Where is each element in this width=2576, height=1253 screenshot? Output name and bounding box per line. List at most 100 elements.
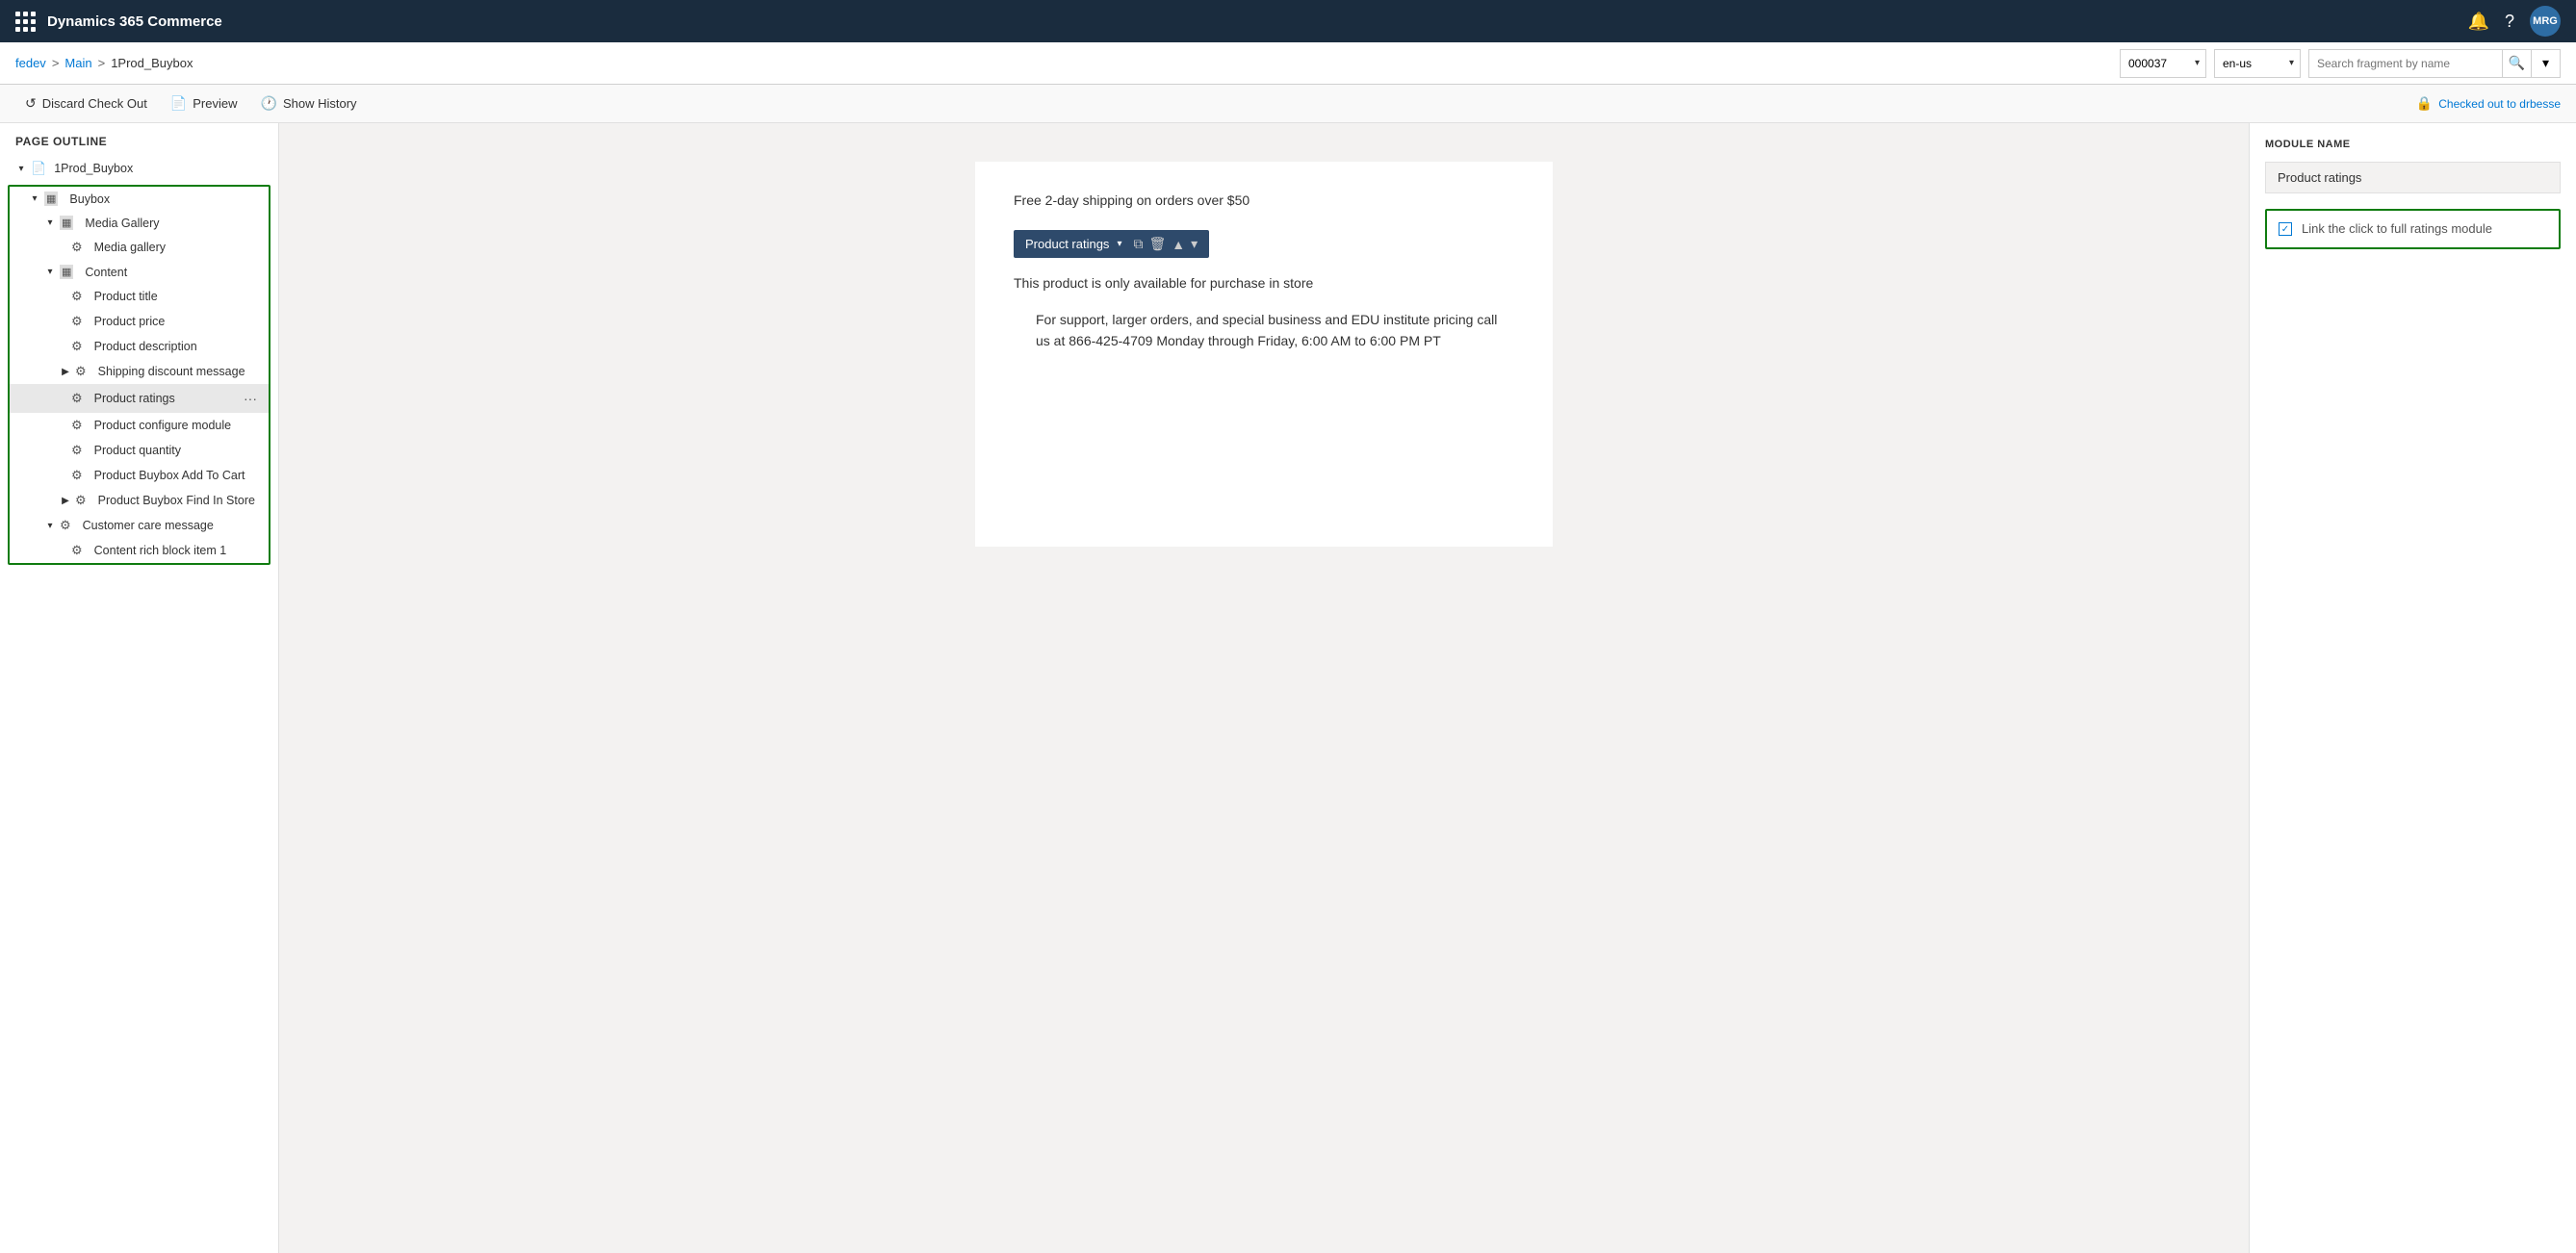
product-description-gear: ⚙ <box>71 339 83 354</box>
toolbar-left: ↺ Discard Check Out 📄 Preview 🕐 Show His… <box>15 91 367 115</box>
product-ratings-gear: ⚙ <box>71 391 83 406</box>
help-icon[interactable]: ? <box>2505 12 2514 32</box>
search-button[interactable]: 🔍 <box>2502 50 2531 77</box>
toolbar: ↺ Discard Check Out 📄 Preview 🕐 Show His… <box>0 85 2576 123</box>
tree-product-ratings[interactable]: ⚙ Product ratings ··· <box>10 384 269 413</box>
lock-icon: 🔒 <box>2416 95 2433 112</box>
store-code-dropdown[interactable]: 000037 ▾ <box>2120 49 2206 78</box>
main-layout: Page Outline ▾ 📄 1Prod_Buybox ▾ ▦ Buybox… <box>0 123 2576 1253</box>
find-in-store-gear: ⚙ <box>75 493 87 508</box>
tree-content-rich-block[interactable]: ⚙ Content rich block item 1 <box>10 538 269 563</box>
app-title: Dynamics 365 Commerce <box>47 13 2457 30</box>
app-grid-icon[interactable] <box>15 12 36 32</box>
shipping-message: Free 2-day shipping on orders over $50 <box>1014 191 1514 211</box>
locale-value: en-us <box>2223 57 2252 70</box>
sub-navigation: fedev > Main > 1Prod_Buybox 000037 ▾ en-… <box>0 42 2576 85</box>
sub-nav-controls: 000037 ▾ en-us ▾ 🔍 ▾ <box>2120 49 2561 78</box>
store-code-chevron: ▾ <box>2195 58 2200 68</box>
tree-product-configure[interactable]: ⚙ Product configure module <box>10 413 269 438</box>
delete-icon[interactable]: 🗑 <box>1148 236 1166 252</box>
move-up-icon[interactable]: ▲ <box>1172 237 1185 252</box>
store-code-value: 000037 <box>2128 57 2167 70</box>
notification-icon[interactable]: 🔔 <box>2468 12 2489 32</box>
product-add-label: Product Buybox Add To Cart <box>94 469 261 482</box>
tree-product-add-to-cart[interactable]: ⚙ Product Buybox Add To Cart <box>10 463 269 488</box>
ratings-toolbar-actions: ⧉ 🗑 ▲ ▾ <box>1133 236 1198 252</box>
history-icon: 🕐 <box>261 95 277 112</box>
breadcrumb-sep-2: > <box>98 56 106 70</box>
content-rich-label: Content rich block item 1 <box>94 544 261 557</box>
tree-product-description[interactable]: ⚙ Product description <box>10 334 269 359</box>
product-title-label: Product title <box>94 290 261 303</box>
product-ratings-toolbar: Product ratings ▾ ⧉ 🗑 ▲ ▾ <box>1014 230 1209 258</box>
config-checkbox[interactable]: ✓ <box>2279 222 2292 236</box>
product-quantity-label: Product quantity <box>94 444 261 457</box>
shipping-discount-chevron: ▶ <box>60 367 71 377</box>
find-in-store-chevron: ▶ <box>60 496 71 506</box>
customer-care-message: For support, larger orders, and special … <box>1014 309 1514 352</box>
tree-product-title[interactable]: ⚙ Product title <box>10 284 269 309</box>
checkout-status: 🔒 Checked out to drbesse <box>2416 95 2561 112</box>
customer-care-gear: ⚙ <box>60 518 71 533</box>
content-rich-gear: ⚙ <box>71 543 83 558</box>
preview-label: Preview <box>193 96 237 111</box>
content-module-icon: ▦ <box>60 265 73 279</box>
user-avatar[interactable]: MRG <box>2530 6 2561 37</box>
product-price-label: Product price <box>94 315 261 328</box>
tree-product-find-in-store[interactable]: ▶ ⚙ Product Buybox Find In Store <box>10 488 269 513</box>
preview-button[interactable]: 📄 Preview <box>161 91 247 115</box>
media-gallery-module-icon: ▦ <box>60 216 73 230</box>
copy-icon[interactable]: ⧉ <box>1133 236 1143 252</box>
config-link-ratings[interactable]: ✓ Link the click to full ratings module <box>2265 209 2561 249</box>
product-price-gear: ⚙ <box>71 314 83 329</box>
discard-icon: ↺ <box>25 95 37 112</box>
top-nav-icons: 🔔 ? MRG <box>2468 6 2561 37</box>
customer-care-label: Customer care message <box>83 519 261 532</box>
buybox-container: ▾ ▦ Buybox ▾ ▦ Media Gallery ⚙ Media gal… <box>8 185 270 565</box>
tree-buybox[interactable]: ▾ ▦ Buybox <box>10 187 269 211</box>
left-panel: Page Outline ▾ 📄 1Prod_Buybox ▾ ▦ Buybox… <box>0 123 279 1253</box>
breadcrumb: fedev > Main > 1Prod_Buybox <box>15 56 2112 70</box>
tree-product-price[interactable]: ⚙ Product price <box>10 309 269 334</box>
center-canvas: Free 2-day shipping on orders over $50 P… <box>279 123 2249 1253</box>
shipping-discount-label: Shipping discount message <box>98 365 261 378</box>
page-outline-header: Page Outline <box>0 123 278 156</box>
product-only-message: This product is only available for purch… <box>1014 273 1514 294</box>
shipping-discount-gear: ⚙ <box>75 364 87 379</box>
locale-dropdown[interactable]: en-us ▾ <box>2214 49 2301 78</box>
discard-checkout-button[interactable]: ↺ Discard Check Out <box>15 91 157 115</box>
product-add-gear: ⚙ <box>71 468 83 483</box>
fragment-search-box: 🔍 ▾ <box>2308 49 2561 78</box>
buybox-label: Buybox <box>69 192 261 206</box>
tree-content[interactable]: ▾ ▦ Content <box>10 260 269 284</box>
module-name-header: MODULE NAME <box>2265 139 2561 150</box>
right-panel: MODULE NAME Product ratings ✓ Link the c… <box>2249 123 2576 1253</box>
tree-root-item[interactable]: ▾ 📄 1Prod_Buybox <box>0 156 278 181</box>
content-chevron: ▾ <box>44 267 56 277</box>
history-label: Show History <box>283 96 357 111</box>
show-history-button[interactable]: 🕐 Show History <box>251 91 367 115</box>
breadcrumb-current: 1Prod_Buybox <box>111 56 193 70</box>
top-navigation: Dynamics 365 Commerce 🔔 ? MRG <box>0 0 2576 42</box>
breadcrumb-main[interactable]: Main <box>64 56 91 70</box>
tree-media-gallery[interactable]: ▾ ▦ Media Gallery <box>10 211 269 235</box>
breadcrumb-fedev[interactable]: fedev <box>15 56 46 70</box>
product-ratings-more[interactable]: ··· <box>240 389 261 408</box>
tree-customer-care[interactable]: ▾ ⚙ Customer care message <box>10 513 269 538</box>
module-name-value: Product ratings <box>2265 162 2561 193</box>
buybox-chevron: ▾ <box>29 193 40 204</box>
media-gallery-label: Media Gallery <box>85 217 261 230</box>
product-configure-gear: ⚙ <box>71 418 83 433</box>
search-input[interactable] <box>2309 50 2502 77</box>
tree-shipping-discount[interactable]: ▶ ⚙ Shipping discount message <box>10 359 269 384</box>
ratings-toolbar-chevron[interactable]: ▾ <box>1117 239 1121 249</box>
tree-media-gallery-item[interactable]: ⚙ Media gallery <box>10 235 269 260</box>
move-down-icon[interactable]: ▾ <box>1191 236 1198 252</box>
breadcrumb-sep-1: > <box>52 56 60 70</box>
tree-product-quantity[interactable]: ⚙ Product quantity <box>10 438 269 463</box>
media-gallery-item-label: Media gallery <box>94 241 261 254</box>
search-dropdown-button[interactable]: ▾ <box>2531 50 2560 77</box>
product-ratings-label: Product ratings <box>94 392 236 405</box>
locale-chevron: ▾ <box>2289 58 2294 68</box>
content-label: Content <box>85 266 261 279</box>
